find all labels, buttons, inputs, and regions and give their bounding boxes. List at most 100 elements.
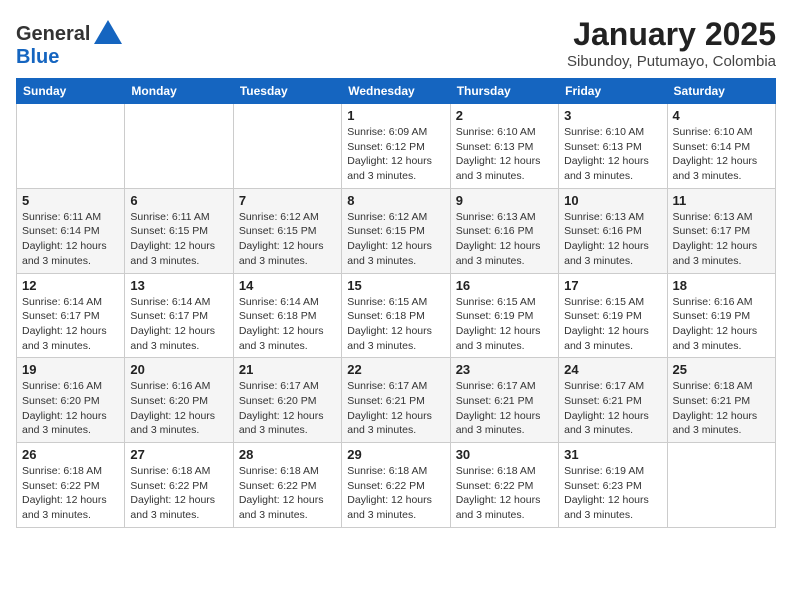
- day-number: 4: [673, 108, 770, 123]
- day-info: Sunrise: 6:11 AMSunset: 6:14 PMDaylight:…: [22, 210, 119, 269]
- day-number: 1: [347, 108, 444, 123]
- day-info: Sunrise: 6:11 AMSunset: 6:15 PMDaylight:…: [130, 210, 227, 269]
- col-friday: Friday: [559, 79, 667, 104]
- day-info: Sunrise: 6:16 AMSunset: 6:19 PMDaylight:…: [673, 295, 770, 354]
- table-row: 27 Sunrise: 6:18 AMSunset: 6:22 PMDayligh…: [125, 443, 233, 528]
- calendar-title: January 2025: [567, 16, 776, 53]
- table-row: 18 Sunrise: 6:16 AMSunset: 6:19 PMDayligh…: [667, 273, 775, 358]
- calendar-week-row: 1Sunrise: 6:09 AMSunset: 6:12 PMDaylight…: [17, 104, 776, 189]
- day-number: 5: [22, 193, 119, 208]
- page-header: General Blue January 2025 Sibundoy, Putu…: [16, 16, 776, 70]
- table-row: 30 Sunrise: 6:18 AMSunset: 6:22 PMDayligh…: [450, 443, 558, 528]
- col-tuesday: Tuesday: [233, 79, 341, 104]
- table-row: 7Sunrise: 6:12 AMSunset: 6:15 PMDaylight…: [233, 188, 341, 273]
- table-row: 22 Sunrise: 6:17 AMSunset: 6:21 PMDayligh…: [342, 358, 450, 443]
- table-row: 26 Sunrise: 6:18 AMSunset: 6:22 PMDayligh…: [17, 443, 125, 528]
- day-number: 30: [456, 447, 553, 462]
- table-row: 25Sunrise: 6:18 AMSunset: 6:21 PMDayligh…: [667, 358, 775, 443]
- day-info: Sunrise: 6:12 AMSunset: 6:15 PMDaylight:…: [239, 210, 336, 269]
- col-wednesday: Wednesday: [342, 79, 450, 104]
- day-number: 3: [564, 108, 661, 123]
- day-number: 15: [347, 278, 444, 293]
- table-row: 9 Sunrise: 6:13 AMSunset: 6:16 PMDaylight…: [450, 188, 558, 273]
- day-number: 18: [673, 278, 770, 293]
- title-block: January 2025 Sibundoy, Putumayo, Colombi…: [567, 16, 776, 70]
- logo-blue-text: Blue: [16, 46, 59, 69]
- calendar-week-row: 19 Sunrise: 6:16 AMSunset: 6:20 PMDayligh…: [17, 358, 776, 443]
- table-row: 2 Sunrise: 6:10 AMSunset: 6:13 PMDaylight…: [450, 104, 558, 189]
- table-row: 31Sunrise: 6:19 AMSunset: 6:23 PMDayligh…: [559, 443, 667, 528]
- table-row: 29Sunrise: 6:18 AMSunset: 6:22 PMDayligh…: [342, 443, 450, 528]
- table-row: 3 Sunrise: 6:10 AMSunset: 6:13 PMDaylight…: [559, 104, 667, 189]
- day-number: 28: [239, 447, 336, 462]
- day-number: 21: [239, 362, 336, 377]
- day-info: Sunrise: 6:18 AMSunset: 6:22 PMDaylight:…: [239, 464, 336, 523]
- day-number: 20: [130, 362, 227, 377]
- day-number: 19: [22, 362, 119, 377]
- day-info: Sunrise: 6:17 AMSunset: 6:20 PMDaylight:…: [239, 379, 336, 438]
- table-row: 11 Sunrise: 6:13 AMSunset: 6:17 PMDayligh…: [667, 188, 775, 273]
- day-info: Sunrise: 6:10 AMSunset: 6:13 PMDaylight:…: [564, 125, 661, 184]
- col-saturday: Saturday: [667, 79, 775, 104]
- table-row: 10 Sunrise: 6:13 AMSunset: 6:16 PMDayligh…: [559, 188, 667, 273]
- day-info: Sunrise: 6:18 AMSunset: 6:22 PMDaylight:…: [22, 464, 119, 523]
- day-info: Sunrise: 6:14 AMSunset: 6:17 PMDaylight:…: [130, 295, 227, 354]
- day-info: Sunrise: 6:14 AMSunset: 6:17 PMDaylight:…: [22, 295, 119, 354]
- col-sunday: Sunday: [17, 79, 125, 104]
- day-info: Sunrise: 6:18 AMSunset: 6:21 PMDaylight:…: [673, 379, 770, 438]
- table-row: [125, 104, 233, 189]
- day-info: Sunrise: 6:15 AMSunset: 6:18 PMDaylight:…: [347, 295, 444, 354]
- day-info: Sunrise: 6:12 AMSunset: 6:15 PMDaylight:…: [347, 210, 444, 269]
- col-thursday: Thursday: [450, 79, 558, 104]
- day-number: 27: [130, 447, 227, 462]
- day-info: Sunrise: 6:18 AMSunset: 6:22 PMDaylight:…: [130, 464, 227, 523]
- day-info: Sunrise: 6:13 AMSunset: 6:17 PMDaylight:…: [673, 210, 770, 269]
- day-number: 23: [456, 362, 553, 377]
- day-number: 13: [130, 278, 227, 293]
- table-row: [667, 443, 775, 528]
- calendar-header-row: Sunday Monday Tuesday Wednesday Thursday…: [17, 79, 776, 104]
- day-info: Sunrise: 6:10 AMSunset: 6:13 PMDaylight:…: [456, 125, 553, 184]
- day-number: 11: [673, 193, 770, 208]
- day-number: 24: [564, 362, 661, 377]
- table-row: 20Sunrise: 6:16 AMSunset: 6:20 PMDayligh…: [125, 358, 233, 443]
- day-number: 8: [347, 193, 444, 208]
- table-row: 6Sunrise: 6:11 AMSunset: 6:15 PMDaylight…: [125, 188, 233, 273]
- day-info: Sunrise: 6:10 AMSunset: 6:14 PMDaylight:…: [673, 125, 770, 184]
- day-number: 29: [347, 447, 444, 462]
- table-row: 14Sunrise: 6:14 AMSunset: 6:18 PMDayligh…: [233, 273, 341, 358]
- day-info: Sunrise: 6:17 AMSunset: 6:21 PMDaylight:…: [456, 379, 553, 438]
- table-row: 8 Sunrise: 6:12 AMSunset: 6:15 PMDaylight…: [342, 188, 450, 273]
- day-info: Sunrise: 6:13 AMSunset: 6:16 PMDaylight:…: [564, 210, 661, 269]
- table-row: 1Sunrise: 6:09 AMSunset: 6:12 PMDaylight…: [342, 104, 450, 189]
- day-info: Sunrise: 6:17 AMSunset: 6:21 PMDaylight:…: [564, 379, 661, 438]
- logo: General Blue: [16, 16, 126, 69]
- day-number: 12: [22, 278, 119, 293]
- col-monday: Monday: [125, 79, 233, 104]
- calendar-week-row: 26 Sunrise: 6:18 AMSunset: 6:22 PMDayligh…: [17, 443, 776, 528]
- calendar-week-row: 12 Sunrise: 6:14 AMSunset: 6:17 PMDayligh…: [17, 273, 776, 358]
- table-row: 24 Sunrise: 6:17 AMSunset: 6:21 PMDayligh…: [559, 358, 667, 443]
- calendar-week-row: 5 Sunrise: 6:11 AMSunset: 6:14 PMDaylight…: [17, 188, 776, 273]
- day-number: 17: [564, 278, 661, 293]
- table-row: 12 Sunrise: 6:14 AMSunset: 6:17 PMDayligh…: [17, 273, 125, 358]
- day-info: Sunrise: 6:15 AMSunset: 6:19 PMDaylight:…: [456, 295, 553, 354]
- day-number: 2: [456, 108, 553, 123]
- day-info: Sunrise: 6:17 AMSunset: 6:21 PMDaylight:…: [347, 379, 444, 438]
- table-row: 21 Sunrise: 6:17 AMSunset: 6:20 PMDayligh…: [233, 358, 341, 443]
- table-row: 15 Sunrise: 6:15 AMSunset: 6:18 PMDayligh…: [342, 273, 450, 358]
- day-number: 9: [456, 193, 553, 208]
- table-row: 16Sunrise: 6:15 AMSunset: 6:19 PMDayligh…: [450, 273, 558, 358]
- table-row: [233, 104, 341, 189]
- calendar-table: Sunday Monday Tuesday Wednesday Thursday…: [16, 78, 776, 528]
- day-number: 26: [22, 447, 119, 462]
- table-row: 19 Sunrise: 6:16 AMSunset: 6:20 PMDayligh…: [17, 358, 125, 443]
- day-info: Sunrise: 6:14 AMSunset: 6:18 PMDaylight:…: [239, 295, 336, 354]
- day-number: 10: [564, 193, 661, 208]
- day-info: Sunrise: 6:18 AMSunset: 6:22 PMDaylight:…: [456, 464, 553, 523]
- day-info: Sunrise: 6:15 AMSunset: 6:19 PMDaylight:…: [564, 295, 661, 354]
- logo-general-text: General: [16, 23, 90, 46]
- day-info: Sunrise: 6:13 AMSunset: 6:16 PMDaylight:…: [456, 210, 553, 269]
- day-info: Sunrise: 6:16 AMSunset: 6:20 PMDaylight:…: [22, 379, 119, 438]
- day-number: 22: [347, 362, 444, 377]
